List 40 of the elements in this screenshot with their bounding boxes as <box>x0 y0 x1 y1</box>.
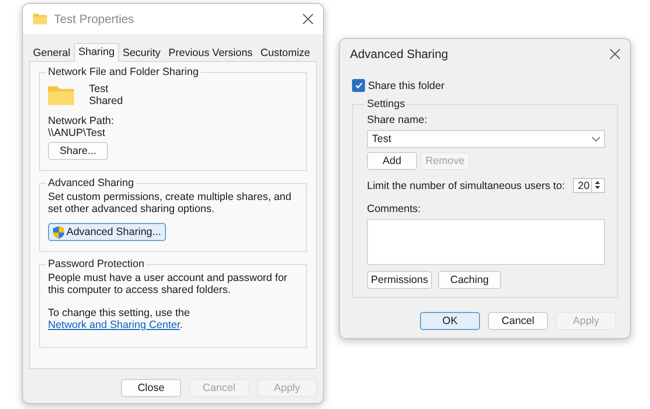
network-path: \\ANUP\Test <box>48 127 106 139</box>
group-heading: Advanced Sharing <box>47 177 135 189</box>
user-limit-spinner[interactable]: 20 <box>572 178 605 193</box>
close-icon[interactable] <box>610 49 620 59</box>
settings-button[interactable]: Permissions <box>367 271 432 289</box>
share-status: Shared <box>89 95 123 107</box>
up-arrow-icon[interactable] <box>592 179 603 185</box>
checkbox-label: Share this folder <box>368 80 444 92</box>
description: Set custom permissions, create multiple shares, and set other advanced sharing options. <box>48 191 292 215</box>
description: People must have a user account and password for this computer to access shared folders. <box>48 272 288 296</box>
network-sharing-link[interactable]: Network and Sharing Center <box>48 319 180 331</box>
checkbox[interactable] <box>352 79 365 92</box>
field-label: Share name: <box>367 114 428 126</box>
group-heading: Settings <box>366 98 406 110</box>
chevron-icon <box>592 136 600 142</box>
shield-icon <box>53 226 64 238</box>
share-name-dropdown[interactable]: Test <box>367 130 605 148</box>
checkmark-icon <box>354 82 362 89</box>
group-heading: Network File and Folder Sharing <box>47 66 200 78</box>
folder-name: Test <box>89 83 110 95</box>
settings-button[interactable]: Caching <box>438 271 501 289</box>
link-sentence: To change this setting, use the Network and Sharing Center. <box>48 307 191 331</box>
comments-field[interactable] <box>367 219 605 265</box>
dialog-button[interactable]: OK <box>420 312 480 330</box>
path-label: Network Path: <box>48 115 115 127</box>
close-icon[interactable] <box>303 14 313 24</box>
dialog-button[interactable]: Cancel <box>488 312 548 330</box>
down-arrow-icon[interactable] <box>592 185 603 191</box>
dialog-button[interactable]: Close <box>121 379 181 397</box>
window-title: Test Properties <box>54 12 136 26</box>
advanced-sharing-button[interactable]: Advanced Sharing... <box>48 223 166 241</box>
share-name-button[interactable]: Add <box>367 152 417 170</box>
group-heading: Password Protection <box>47 258 146 270</box>
share-button[interactable]: Share... <box>48 142 108 160</box>
folder-icon <box>33 13 47 25</box>
window-title: Advanced Sharing <box>350 47 450 61</box>
folder-icon <box>48 84 74 106</box>
tab[interactable]: Sharing <box>74 43 119 62</box>
field-label: Limit the number of simultaneous users to: <box>367 180 565 192</box>
field-label: Comments: <box>367 203 422 215</box>
